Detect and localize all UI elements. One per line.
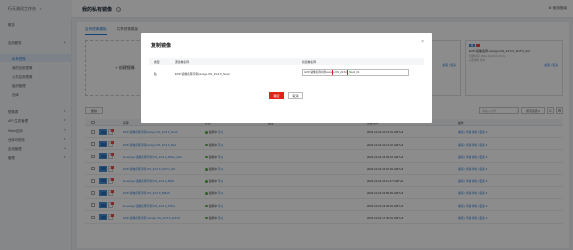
dialog-row-source: EXP-镜像名称示例osmigu OS_23.6.0_Nov2	[175, 72, 230, 76]
confirm-button[interactable]: 确定	[269, 92, 284, 99]
copy-image-dialog: 复制镜像 × 类型 源镜像名称 新镜像名称 私 EXP-镜像名称示例osmigu…	[141, 33, 432, 123]
close-icon[interactable]: ×	[421, 39, 424, 45]
highlight-box	[332, 70, 348, 75]
dialog-title: 复制镜像	[151, 43, 172, 49]
cancel-button[interactable]: 取消	[288, 92, 303, 99]
dialog-col-type: 类型	[154, 60, 160, 64]
dialog-col-source: 源镜像名称	[175, 60, 189, 64]
new-image-name-input[interactable]: EXP-镜像名称示例osmigu OS_23.6.0_Nov2_01	[302, 69, 409, 76]
dialog-row-type: 私	[154, 72, 157, 76]
dialog-table-header	[149, 58, 424, 65]
dialog-col-target: 新镜像名称	[302, 60, 316, 64]
